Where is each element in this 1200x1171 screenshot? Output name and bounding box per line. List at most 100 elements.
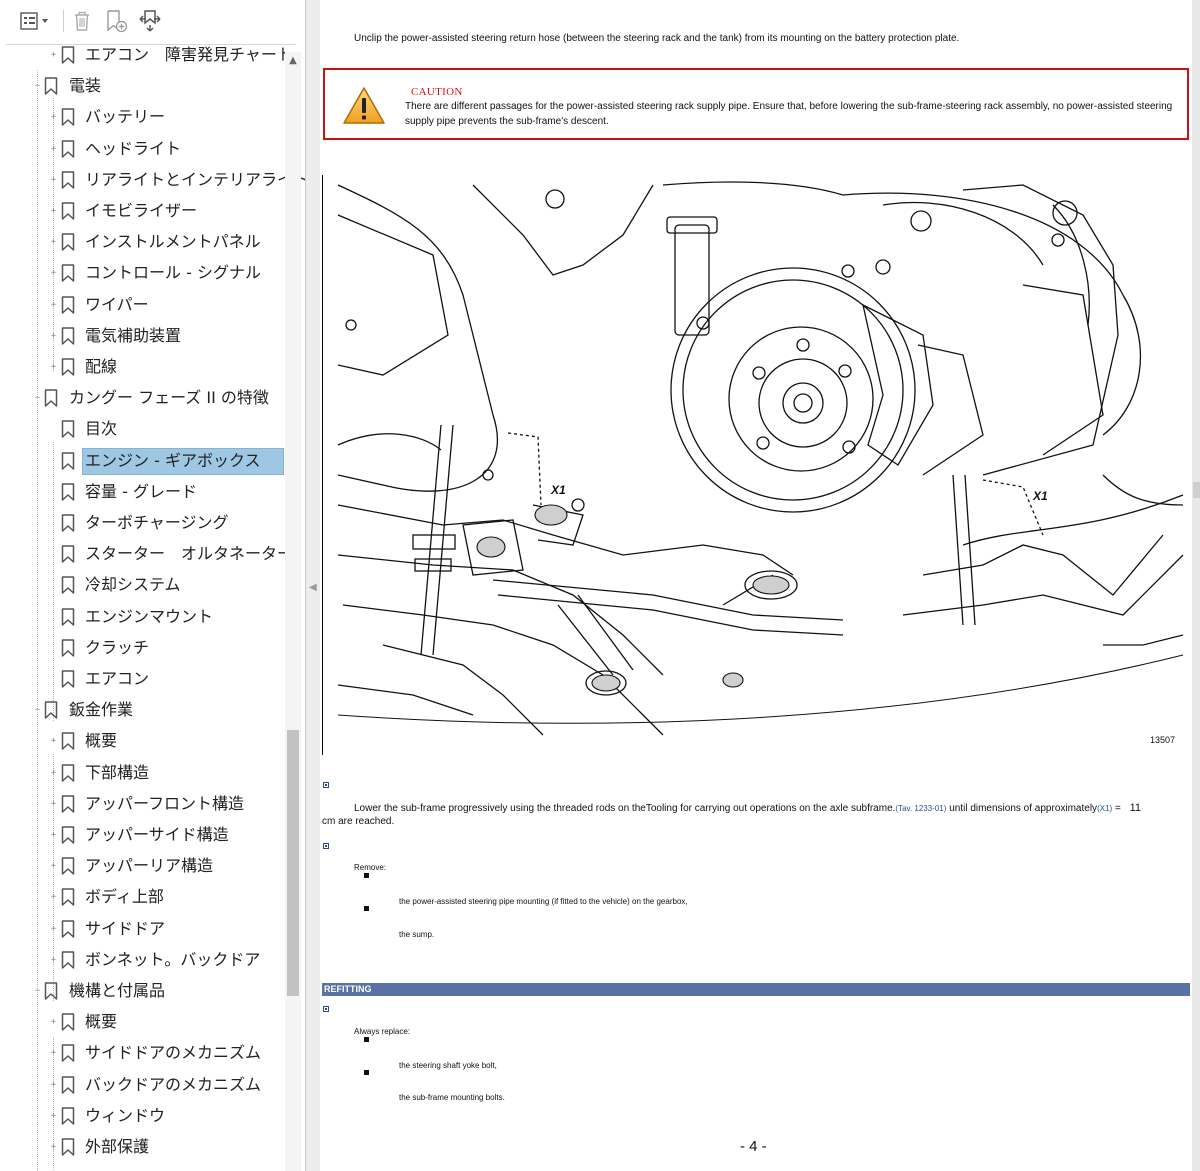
expand-icon[interactable]: + bbox=[49, 768, 58, 778]
bookmark-item[interactable]: + インストルメントパネル bbox=[0, 229, 285, 257]
bookmark-item[interactable]: + バックドアのメカニズム bbox=[0, 1072, 285, 1100]
bookmark-item[interactable]: + アッパーサイド構造 bbox=[0, 822, 285, 850]
bookmark-group[interactable]: − 機構と付属品 bbox=[0, 978, 285, 1006]
expand-icon[interactable]: + bbox=[49, 144, 58, 154]
bookmark-icon bbox=[61, 514, 75, 532]
expand-icon[interactable]: + bbox=[49, 1049, 58, 1058]
bookmark-icon bbox=[61, 888, 75, 907]
expand-icon[interactable]: + bbox=[49, 113, 58, 122]
bookmark-item[interactable]: 冷却システム bbox=[0, 572, 285, 600]
options-menu-button[interactable] bbox=[18, 8, 52, 34]
bookmark-item[interactable]: 容量 - グレード bbox=[0, 479, 285, 507]
bookmark-item[interactable]: + ワイパー bbox=[0, 292, 285, 320]
expand-icon[interactable]: + bbox=[49, 300, 58, 310]
bookmark-item[interactable]: + アッパーフロント構造 bbox=[0, 791, 285, 819]
expand-icon[interactable]: + bbox=[49, 51, 58, 60]
expand-icon[interactable]: + bbox=[49, 1018, 58, 1027]
sidebar-scrollbar-thumb[interactable] bbox=[287, 730, 299, 996]
collapse-icon[interactable]: − bbox=[33, 82, 42, 91]
bookmark-label: リアライトとインテリアライト bbox=[85, 169, 306, 189]
expand-icon[interactable]: + bbox=[49, 799, 58, 809]
expand-icon[interactable]: + bbox=[49, 924, 58, 934]
bookmark-icon bbox=[61, 295, 75, 314]
bookmark-label: アッパーサイド構造 bbox=[85, 825, 229, 844]
expand-icon[interactable]: + bbox=[49, 1111, 58, 1121]
expand-icon[interactable]: + bbox=[49, 737, 58, 746]
bookmark-item[interactable]: + サイドドア bbox=[0, 916, 285, 944]
bookmark-item[interactable]: + エアコン 障害発見チャート bbox=[0, 42, 293, 70]
find-current-bookmark-button[interactable] bbox=[136, 8, 164, 34]
expand-icon[interactable]: + bbox=[49, 862, 58, 871]
expand-icon[interactable]: + bbox=[49, 831, 58, 840]
bookmark-icon bbox=[44, 701, 58, 719]
expand-icon[interactable]: + bbox=[49, 269, 58, 278]
dimension-label-x1-left: X1 bbox=[551, 483, 566, 497]
expand-icon[interactable]: + bbox=[49, 175, 58, 185]
collapse-icon[interactable]: − bbox=[33, 394, 42, 403]
bookmark-group[interactable]: − カングー フェーズ II の特徴 bbox=[0, 385, 285, 413]
expand-icon[interactable]: + bbox=[49, 1080, 58, 1090]
bookmark-item[interactable]: + イモビライザー bbox=[0, 198, 285, 226]
collapse-icon[interactable]: − bbox=[33, 987, 42, 996]
bookmark-icon bbox=[61, 420, 75, 439]
bookmark-item[interactable]: + コントロール - シグナル bbox=[0, 260, 285, 288]
bookmark-item[interactable]: + ウィンドウ bbox=[0, 1103, 285, 1131]
expand-icon[interactable]: + bbox=[49, 955, 58, 965]
trash-icon bbox=[75, 11, 89, 31]
step-text-b: until dimensions of approximately bbox=[946, 803, 1098, 814]
delete-bookmark-button[interactable] bbox=[70, 8, 94, 34]
right-panel-tab[interactable] bbox=[1193, 482, 1200, 498]
bookmark-label: 外部保護 bbox=[85, 1137, 150, 1156]
bookmark-item[interactable]: + 下部構造 bbox=[0, 760, 285, 788]
bookmark-item[interactable]: + 配線 bbox=[0, 354, 285, 382]
scroll-up-arrow-icon[interactable]: ▲ bbox=[285, 52, 301, 68]
new-bookmark-button[interactable] bbox=[103, 8, 129, 34]
bookmark-item[interactable]: + ボディ上部 bbox=[0, 884, 285, 912]
sidebar-scrollbar[interactable] bbox=[285, 52, 301, 1171]
bookmark-label: イモビライザー bbox=[85, 201, 198, 220]
expand-icon[interactable]: + bbox=[49, 207, 58, 216]
expand-icon[interactable]: + bbox=[49, 363, 58, 372]
expand-icon[interactable]: + bbox=[49, 331, 58, 341]
bookmark-label: 目次 bbox=[85, 419, 118, 439]
dimension-reference-link[interactable]: (X1) bbox=[1097, 804, 1112, 813]
bookmark-group[interactable]: − 鈑金作業 bbox=[0, 697, 285, 725]
collapse-icon[interactable]: − bbox=[33, 706, 42, 715]
bookmark-label: バッテリー bbox=[85, 107, 166, 127]
bookmark-item[interactable]: + 概要 bbox=[0, 728, 285, 756]
bookmark-label: ターボチャージング bbox=[85, 513, 229, 532]
dimension-value: 11 bbox=[1129, 802, 1142, 814]
bookmark-item[interactable]: + リアライトとインテリアライト bbox=[0, 167, 305, 195]
bookmark-item[interactable]: 目次 bbox=[0, 416, 285, 444]
bookmark-item[interactable]: エンジンマウント bbox=[0, 604, 285, 632]
toolbar-separator bbox=[63, 10, 64, 32]
bookmark-item[interactable]: + ボンネット。バックドア bbox=[0, 947, 285, 975]
bookmark-item[interactable]: + サイドドアのメカニズム bbox=[0, 1040, 285, 1068]
bookmark-icon bbox=[61, 1107, 75, 1125]
tool-reference-link[interactable]: (Tav. 1233-01) bbox=[895, 804, 946, 813]
bookmark-item[interactable]: スターター オルタネーター bbox=[0, 541, 293, 569]
bookmark-group[interactable]: − 電装 bbox=[0, 73, 285, 101]
bookmark-item[interactable]: + ヘッドライト bbox=[0, 136, 285, 164]
bookmark-item[interactable]: ターボチャージング bbox=[0, 510, 285, 538]
bookmark-item[interactable]: + 電気補助装置 bbox=[0, 323, 285, 351]
expand-icon[interactable]: + bbox=[49, 893, 58, 902]
bookmark-icon bbox=[61, 483, 75, 501]
expand-icon[interactable]: + bbox=[49, 1143, 58, 1152]
bookmark-item[interactable]: クラッチ bbox=[0, 635, 285, 663]
bookmark-label: エアコン bbox=[85, 669, 150, 688]
bookmark-icon bbox=[61, 202, 75, 220]
bookmark-item[interactable]: + バッテリー bbox=[0, 104, 285, 132]
intro-paragraph: Unclip the power-assisted steering retur… bbox=[354, 33, 960, 44]
bullet-icon bbox=[364, 1070, 369, 1075]
bookmark-item[interactable]: エンジン - ギアボックス bbox=[0, 447, 285, 476]
bookmark-item[interactable]: + 概要 bbox=[0, 1009, 285, 1037]
bookmark-icon bbox=[61, 857, 75, 875]
collapse-panel-arrow-icon[interactable]: ◀ bbox=[309, 582, 317, 596]
bookmark-item[interactable]: エアコン bbox=[0, 666, 285, 694]
bookmark-item[interactable]: + アッパーリア構造 bbox=[0, 853, 285, 881]
bookmark-item[interactable]: + 外部保護 bbox=[0, 1134, 285, 1162]
caution-title: CAUTION bbox=[411, 86, 463, 98]
step-paragraph-end: cm are reached. bbox=[322, 816, 395, 827]
expand-icon[interactable]: + bbox=[49, 238, 58, 247]
